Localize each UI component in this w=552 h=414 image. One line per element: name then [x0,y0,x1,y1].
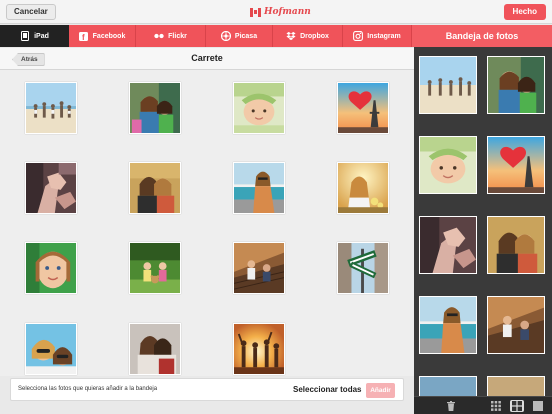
tray-title: Bandeja de fotos [412,25,552,47]
photo-thumb-women-hugging[interactable] [129,323,181,375]
tray-thumb-eiffel-heart[interactable] [487,136,545,194]
logo-text: Hofmann [264,7,311,17]
album-title: Carrete [191,53,223,63]
photo-thumb-girl-portrait[interactable] [25,242,77,294]
tab-label: Dropbox [300,32,329,40]
tray-thumb-couple-stairs[interactable] [487,296,545,354]
select-all-button[interactable]: Seleccionar todas [293,385,361,394]
cancel-button[interactable]: Cancelar [6,4,56,20]
photo-thumb-selfie-friends[interactable] [129,82,181,134]
photo-thumb-couple-stairs[interactable] [233,242,285,294]
instagram-icon [353,31,364,41]
photo-thumb-couple-hands[interactable] [25,162,77,214]
tab-label: Picasa [234,32,258,40]
selection-bar: Selecciona las fotos que quieras añadir … [10,378,404,401]
photo-thumb-beach-friends[interactable] [25,82,77,134]
add-button[interactable]: Añadir [366,383,395,398]
logo-icon [250,7,261,17]
photo-thumb-street-signs[interactable] [337,242,389,294]
tab-label: iPad [34,32,49,40]
photo-thumb-baby-blanket[interactable] [233,82,285,134]
tab-label: Facebook [92,32,126,40]
tab-dropbox[interactable]: Dropbox [273,25,343,47]
photo-thumb-woman-tram-sunglasses[interactable] [233,162,285,214]
svg-text:f: f [82,33,85,41]
tray-thumb-women-selfie-bus[interactable] [487,216,545,274]
tray-thumb-beach-friends[interactable] [419,56,477,114]
grid-medium-icon[interactable] [510,400,524,412]
tray-thumb-partial[interactable] [419,376,477,396]
grid-large-icon[interactable] [531,400,545,412]
photo-tray [414,47,552,396]
tray-thumb-selfie-friends[interactable] [487,56,545,114]
tray-thumb-woman-tram-sunglasses[interactable] [419,296,477,354]
selection-hint: Selecciona las fotos que quieras añadir … [18,386,158,392]
grid-small-icon[interactable] [489,400,503,412]
dropbox-icon [286,31,296,41]
photo-grid [0,70,414,376]
done-button[interactable]: Hecho [503,4,546,20]
album-header: Atrás Carrete [0,48,414,70]
picasa-icon [220,31,231,41]
tab-label: Instagram [367,32,401,40]
trash-icon[interactable] [444,400,458,412]
tab-picasa[interactable]: Picasa [206,25,273,47]
bottom-strip [0,402,414,414]
tab-ipad[interactable]: iPad [0,25,69,47]
flickr-icon [154,31,164,41]
tray-thumb-partial[interactable] [487,376,545,396]
app: Cancelar Hofmann Hecho iPad f Facebook F… [0,0,552,414]
photo-thumb-friends-sunglasses[interactable] [25,323,77,375]
photo-thumb-women-selfie-bus[interactable] [129,162,181,214]
tray-thumb-couple-hands[interactable] [419,216,477,274]
source-tabs: iPad f Facebook Flickr Picasa Dropbox In… [0,25,552,47]
ipad-icon [20,31,30,41]
photo-thumb-party-sunset[interactable] [233,323,285,375]
tab-facebook[interactable]: f Facebook [69,25,136,47]
facebook-icon: f [79,31,89,41]
logo: Hofmann [250,5,311,19]
photo-thumb-eiffel-heart[interactable] [337,82,389,134]
tab-flickr[interactable]: Flickr [136,25,206,47]
tab-label: Flickr [168,32,187,40]
tray-thumb-baby-blanket[interactable] [419,136,477,194]
top-bar: Cancelar Hofmann Hecho [0,0,552,24]
tab-instagram[interactable]: Instagram [343,25,412,47]
photo-thumb-girl-sunset-flowers[interactable] [337,162,389,214]
photo-thumb-kids-teddy[interactable] [129,242,181,294]
tray-footer [414,396,552,414]
